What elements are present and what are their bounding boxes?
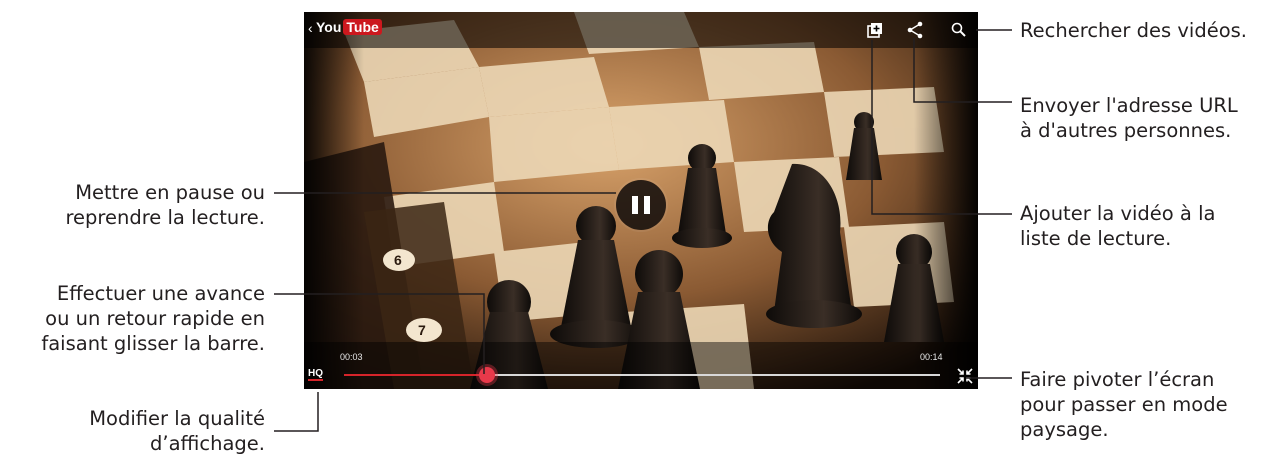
callout-leader-lines: [274, 29, 1012, 432]
